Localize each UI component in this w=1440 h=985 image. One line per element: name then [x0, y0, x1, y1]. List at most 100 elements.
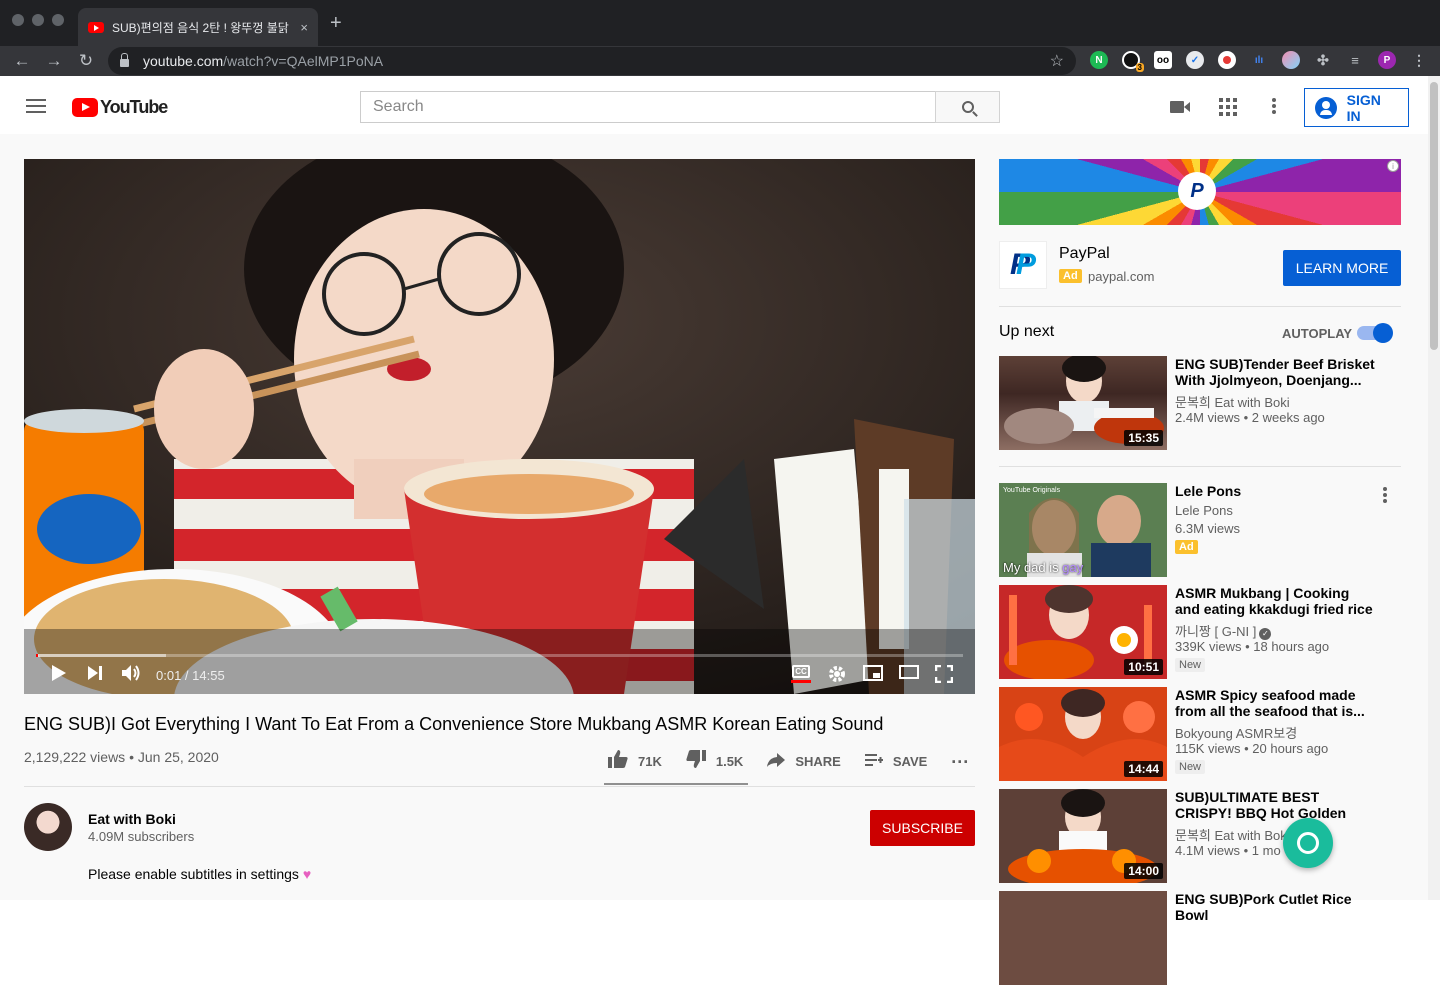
- menu-icon[interactable]: [26, 99, 46, 113]
- sign-in-button[interactable]: SIGN IN: [1304, 88, 1409, 127]
- caption-highlight: gay: [1062, 560, 1084, 575]
- share-button[interactable]: SHARE: [767, 751, 841, 772]
- rec-title[interactable]: ENG SUB)Tender Beef Brisket With Jjolmye…: [1175, 356, 1375, 388]
- subtitles-cc-button[interactable]: CC: [792, 665, 810, 678]
- account-icon: [1315, 96, 1337, 119]
- forward-arrow-icon[interactable]: →: [38, 51, 70, 71]
- learn-more-button[interactable]: LEARN MORE: [1283, 250, 1401, 286]
- theater-mode-icon[interactable]: [899, 665, 919, 683]
- maximize-window-button[interactable]: [52, 14, 64, 26]
- like-ratio-bar: [604, 783, 748, 785]
- divider: [999, 306, 1401, 307]
- tab-close-icon[interactable]: ×: [300, 20, 308, 35]
- extension-red-dot-icon[interactable]: [1218, 51, 1236, 69]
- rec-channel[interactable]: 까니짱 [ G-NI ] ✓: [1175, 621, 1272, 640]
- puzzle-extensions-icon[interactable]: ✣: [1314, 51, 1332, 69]
- divider: [999, 466, 1401, 467]
- more-actions-button[interactable]: ...: [951, 747, 969, 772]
- extension-glasses-icon[interactable]: oo: [1154, 51, 1172, 69]
- browser-tab[interactable]: SUB)편의점 음식 2탄 ! 왕뚜껑 불닭 ×: [78, 8, 318, 46]
- channel-name[interactable]: Eat with Boki: [88, 811, 176, 827]
- video-thumbnail[interactable]: 14:00: [999, 789, 1167, 883]
- rec-title[interactable]: ASMR Spicy seafood made from all the sea…: [1175, 687, 1375, 719]
- playlist-icon[interactable]: ≡: [1346, 51, 1364, 69]
- rec-channel[interactable]: Lele Pons: [1175, 503, 1233, 518]
- rec-title[interactable]: SUB)ULTIMATE BEST CRISPY! BBQ Hot Golden…: [1175, 789, 1375, 821]
- new-badge: New: [1175, 658, 1206, 672]
- profile-avatar[interactable]: P: [1378, 51, 1396, 69]
- save-button[interactable]: SAVE: [864, 751, 927, 772]
- list-item[interactable]: ENG SUB)Pork Cutlet Rice Bowl: [999, 891, 1401, 985]
- chat-bubble-button[interactable]: [1283, 818, 1333, 868]
- browser-menu-icon[interactable]: ⋮: [1410, 51, 1428, 69]
- extension-blue-icon[interactable]: ılı: [1250, 51, 1268, 69]
- autoplay-toggle[interactable]: [1357, 323, 1393, 343]
- list-item[interactable]: 10:51 ASMR Mukbang | Cooking and eating …: [999, 585, 1401, 679]
- rec-channel[interactable]: Bokyoung ASMR보경: [1175, 723, 1297, 742]
- rec-channel[interactable]: 문복희 Eat with Boki: [1175, 392, 1290, 411]
- rec-title[interactable]: ENG SUB)Pork Cutlet Rice Bowl: [1175, 891, 1375, 923]
- rec-meta: 339K views • 18 hours ago: [1175, 639, 1330, 654]
- close-window-button[interactable]: [12, 14, 24, 26]
- back-arrow-icon[interactable]: ←: [6, 51, 38, 71]
- like-count: 71K: [638, 754, 662, 769]
- reload-icon[interactable]: ↻: [70, 51, 102, 71]
- video-thumbnail[interactable]: 15:35: [999, 356, 1167, 450]
- miniplayer-icon[interactable]: [863, 665, 883, 685]
- dislike-button[interactable]: 1.5K: [686, 750, 743, 773]
- search-button[interactable]: [935, 91, 1000, 123]
- more-vert-icon[interactable]: [1383, 487, 1387, 503]
- youtube-logo[interactable]: YouTube: [72, 97, 168, 118]
- list-item[interactable]: 14:44 ASMR Spicy seafood made from all t…: [999, 687, 1401, 781]
- volume-icon[interactable]: [122, 664, 142, 686]
- bookmark-star-icon[interactable]: ☆: [1050, 51, 1064, 71]
- extension-n-icon[interactable]: N: [1090, 51, 1108, 69]
- cc-active-indicator: [791, 680, 811, 683]
- playlist-add-icon: [864, 751, 883, 772]
- player-controls: 0:01 / 14:55 CC: [24, 656, 975, 694]
- duration-badge: 14:44: [1124, 761, 1163, 777]
- advertiser-name[interactable]: PayPal: [1059, 245, 1110, 263]
- rec-meta: 6.3M views: [1175, 521, 1241, 536]
- fullscreen-icon[interactable]: [934, 664, 954, 687]
- list-item[interactable]: 14:00 SUB)ULTIMATE BEST CRISPY! BBQ Hot …: [999, 789, 1401, 883]
- video-thumbnail[interactable]: YouTube Originals My dad is gay: [999, 483, 1167, 577]
- rec-title[interactable]: ASMR Mukbang | Cooking and eating kkakdu…: [1175, 585, 1375, 617]
- browser-toolbar: ← → ↻ youtube.com/watch?v=QAelMP1PoNA ☆ …: [0, 46, 1440, 76]
- paypal-logo-icon[interactable]: PP: [999, 241, 1047, 289]
- extension-bird-icon[interactable]: ✓: [1186, 51, 1204, 69]
- create-video-icon[interactable]: [1170, 98, 1190, 119]
- settings-gear-icon[interactable]: [828, 665, 846, 687]
- video-thumbnail[interactable]: 10:51: [999, 585, 1167, 679]
- subscribe-button[interactable]: SUBSCRIBE: [870, 810, 975, 846]
- youtube-favicon-icon: [88, 21, 104, 33]
- page-scrollbar[interactable]: [1428, 76, 1440, 900]
- video-thumbnail[interactable]: [999, 891, 1167, 985]
- address-bar[interactable]: youtube.com/watch?v=QAelMP1PoNA ☆: [108, 47, 1076, 75]
- apps-grid-icon[interactable]: [1219, 98, 1237, 121]
- caption-text: My dad is: [1003, 560, 1059, 575]
- scrollbar-thumb[interactable]: [1430, 82, 1438, 350]
- search-input[interactable]: Search: [360, 91, 936, 123]
- thumbs-down-icon: [686, 750, 706, 773]
- video-player[interactable]: 0:01 / 14:55 CC: [24, 159, 975, 694]
- ad-info-icon[interactable]: i: [1387, 160, 1399, 172]
- rec-title[interactable]: Lele Pons: [1175, 483, 1375, 499]
- extension-badge-icon[interactable]: 3: [1122, 51, 1144, 72]
- list-item[interactable]: 15:35 ENG SUB)Tender Beef Brisket With J…: [999, 356, 1401, 450]
- ad-badge: Ad: [1175, 540, 1198, 554]
- list-item[interactable]: YouTube Originals My dad is gay Lele Pon…: [999, 483, 1401, 577]
- url-host: youtube.com: [143, 53, 224, 69]
- new-tab-button[interactable]: +: [330, 12, 342, 34]
- next-icon[interactable]: [88, 665, 102, 685]
- channel-avatar[interactable]: [24, 803, 72, 851]
- rec-meta: 2.4M views • 2 weeks ago: [1175, 410, 1325, 425]
- play-icon[interactable]: [52, 664, 66, 686]
- like-button[interactable]: 71K: [608, 750, 662, 773]
- more-vert-icon[interactable]: [1272, 98, 1276, 119]
- minimize-window-button[interactable]: [32, 14, 44, 26]
- extension-color-icon[interactable]: [1282, 51, 1300, 69]
- rec-channel[interactable]: 문복희 Eat with Boki: [1175, 825, 1290, 844]
- video-frame: [24, 159, 975, 694]
- video-thumbnail[interactable]: 14:44: [999, 687, 1167, 781]
